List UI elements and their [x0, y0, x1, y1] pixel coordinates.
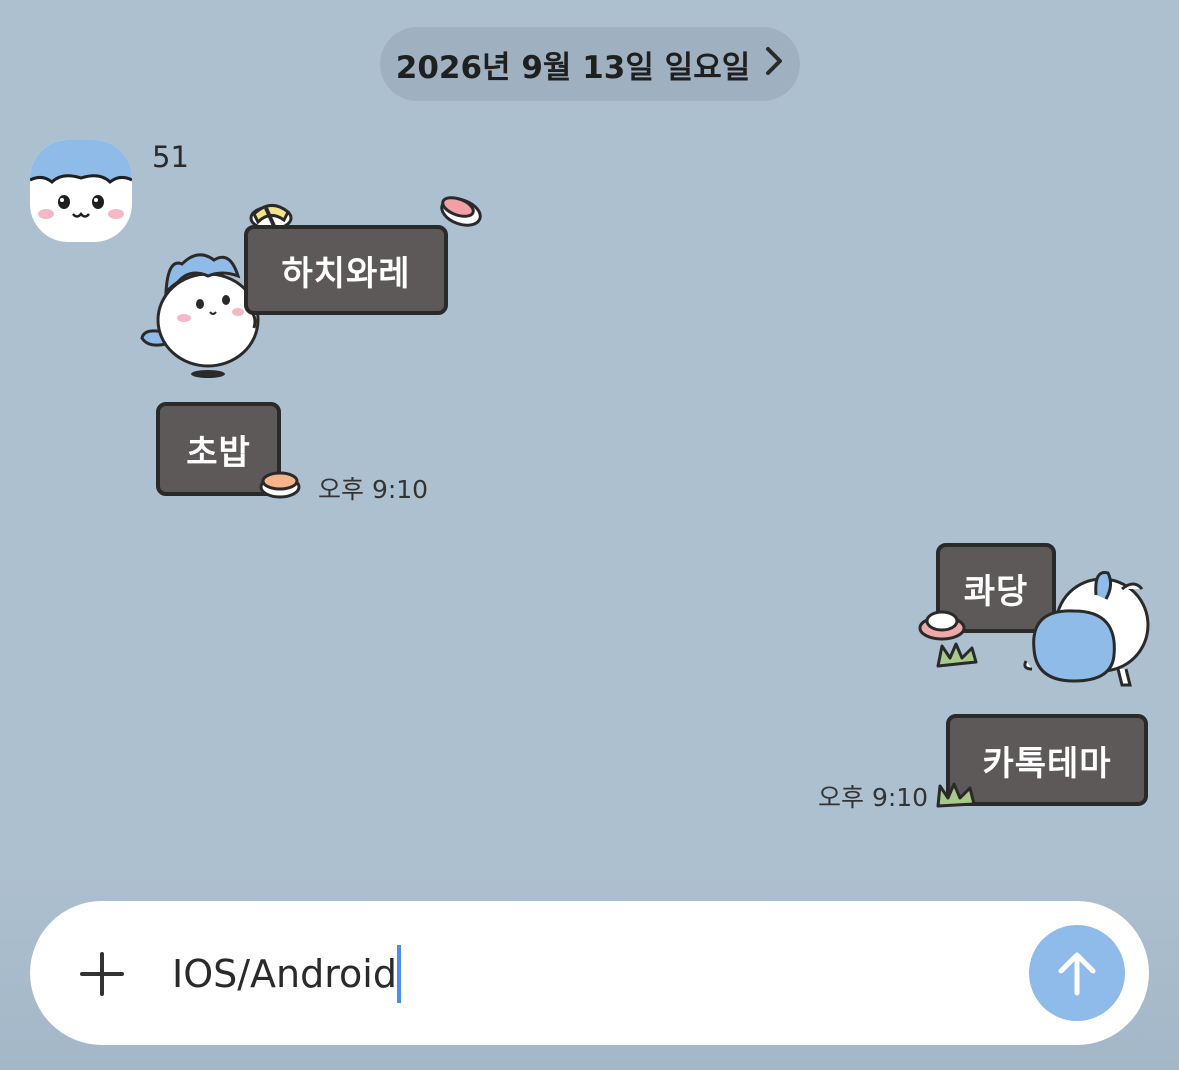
grass-icon [936, 780, 976, 814]
incoming-message-bubble[interactable]: 하치와레 [244, 225, 448, 315]
text-caret [396, 945, 401, 1003]
date-label: 2026년 9월 13일 일요일 [395, 49, 751, 86]
message-time: 오후 9:10 [318, 475, 429, 504]
outgoing-message-bubble[interactable]: 카톡테마 [946, 714, 1148, 806]
message-time: 오후 9:10 [818, 783, 929, 812]
salmon-sushi-icon [258, 468, 302, 504]
plus-button[interactable] [78, 950, 126, 998]
date-header[interactable]: 2026년 9월 13일 일요일 [380, 27, 800, 101]
grass-icon [936, 642, 980, 672]
message-input-value: IOS/Android [172, 952, 397, 996]
arrow-up-icon [1058, 952, 1096, 996]
message-input[interactable]: IOS/Android [172, 945, 992, 1003]
message-text: 초밥 [186, 432, 251, 473]
message-text: 콰당 [963, 571, 1029, 612]
avatar[interactable] [30, 140, 132, 242]
send-button[interactable] [1029, 925, 1125, 1021]
hachiware-avatar-icon [30, 140, 132, 242]
plus-icon [80, 952, 124, 996]
plate-sushi-icon [918, 608, 968, 646]
sender-name: 51 [152, 140, 189, 174]
message-text: 카톡테마 [982, 743, 1112, 784]
chevron-right-icon [764, 46, 784, 82]
message-text: 하치와레 [281, 253, 411, 294]
tuna-sushi-icon [438, 192, 484, 232]
fallen-character-sticker-icon [1022, 565, 1152, 695]
